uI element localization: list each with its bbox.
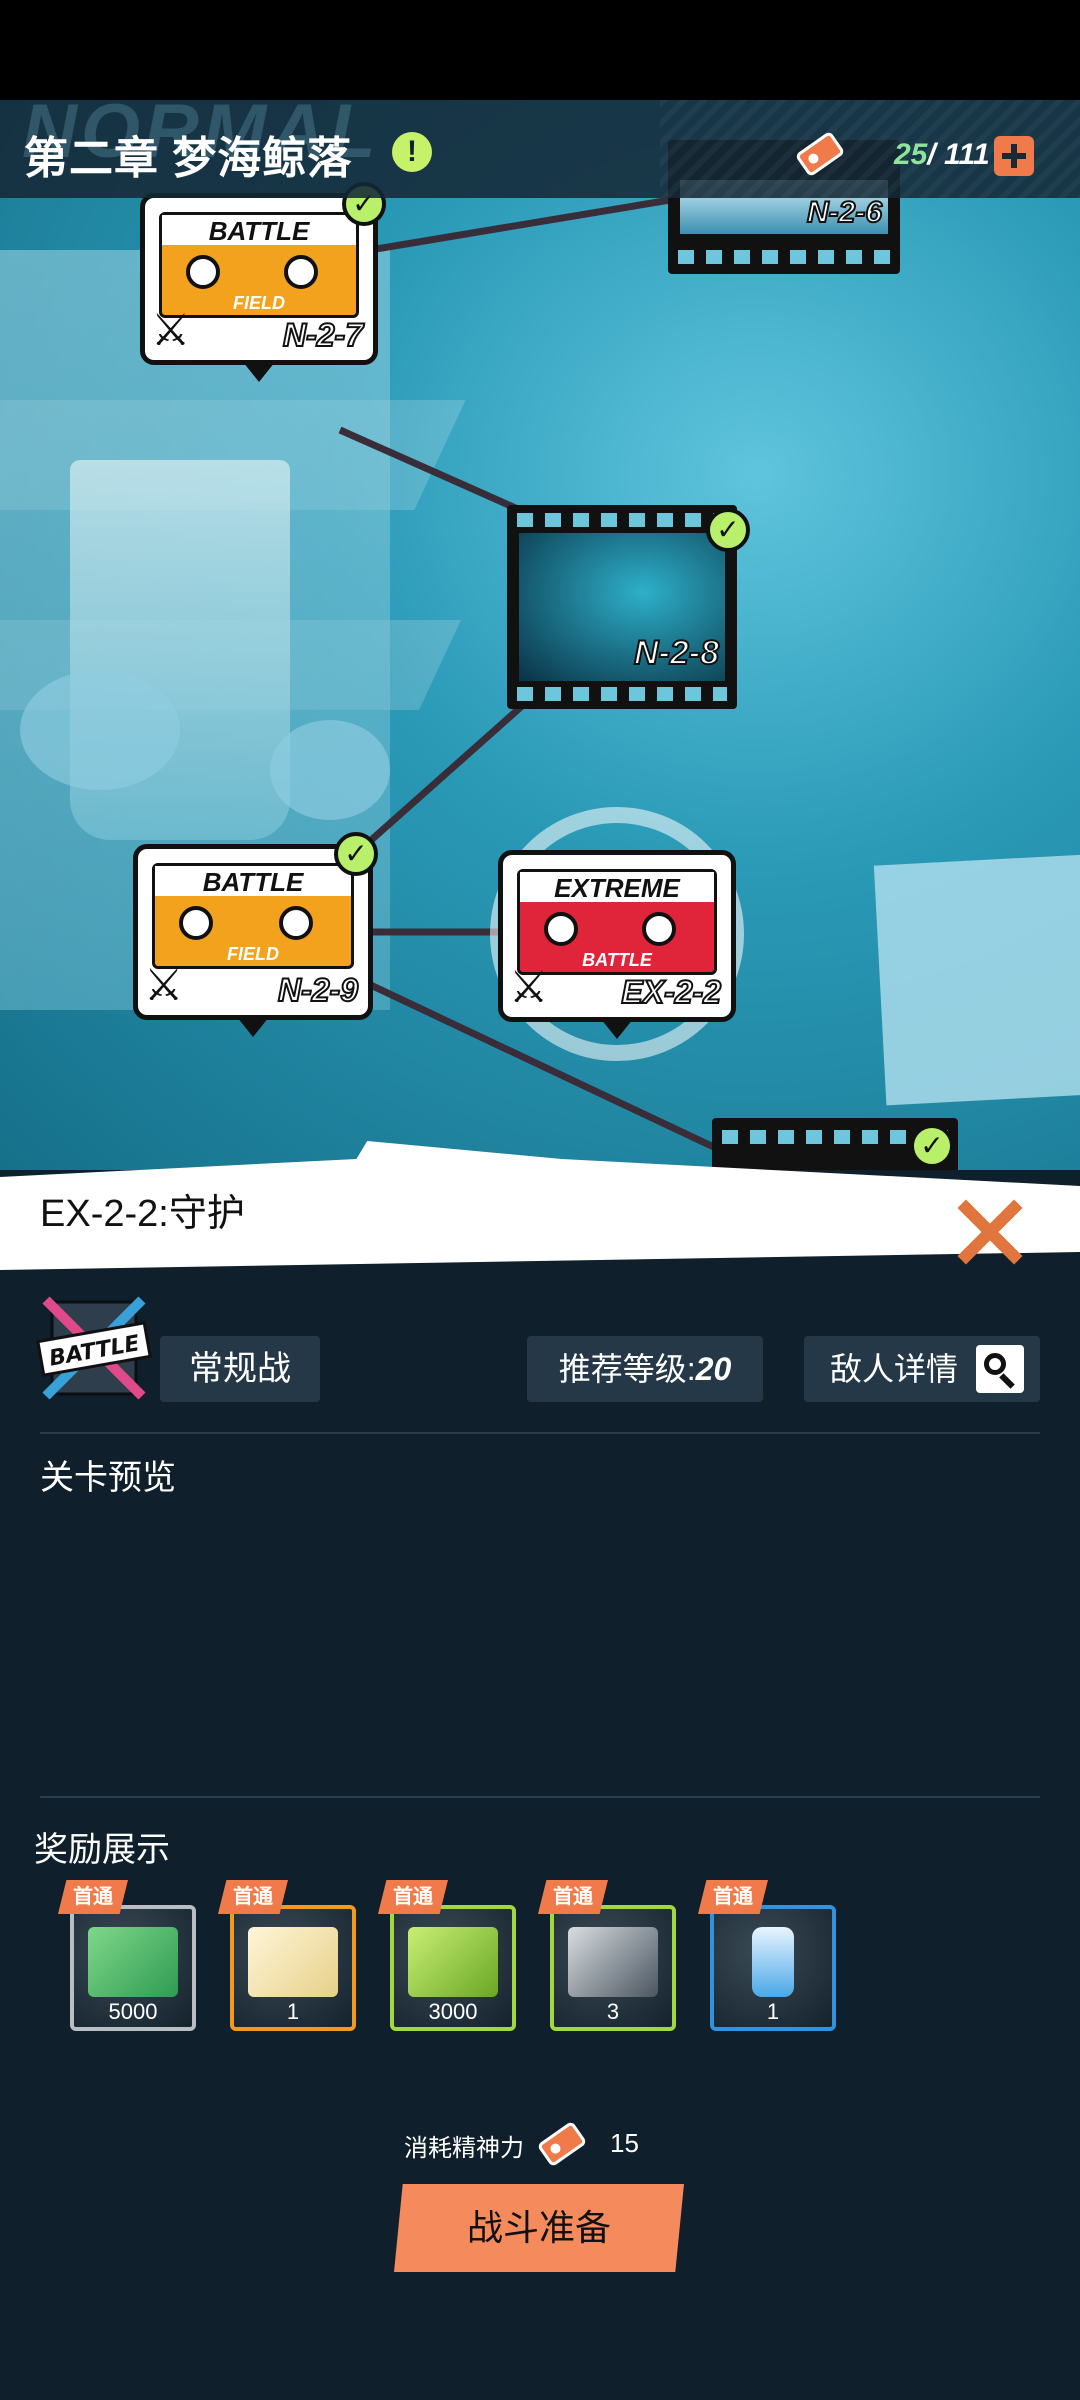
- stamina-max: 111: [944, 138, 990, 171]
- stage-map[interactable]: N-2-6 BATTLE FIELD ⚔ N-2-7 ✓ N-2-8 ✓ BAT…: [0, 100, 1080, 1170]
- reward-item-drink[interactable]: 1: [710, 1905, 836, 2031]
- stage-code: N-2-6: [806, 195, 883, 230]
- route-line: [338, 426, 522, 514]
- stage-preview-label: 关卡预览: [40, 1459, 176, 1497]
- recommend-level: 推荐等级:20: [527, 1336, 763, 1402]
- cleared-check-icon: ✓: [334, 832, 378, 876]
- first-clear-tag: 首通: [538, 1880, 608, 1914]
- first-clear-tag: 首通: [58, 1880, 128, 1914]
- stage-title: EX-2-2:守护: [40, 1193, 245, 1235]
- first-clear-tag: 首通: [378, 1880, 448, 1914]
- rewards-label: 奖励展示: [34, 1831, 170, 1869]
- reward-item-exp[interactable]: 3000: [390, 1905, 516, 2031]
- status-bar: [0, 0, 1080, 100]
- drink-can-icon: [752, 1927, 794, 1997]
- enemy-details-label: 敌人详情: [830, 1351, 959, 1387]
- battle-type: 常规战: [160, 1336, 320, 1402]
- cleared-check-icon: ✓: [706, 508, 750, 552]
- recommend-level-label: 推荐等级:: [558, 1351, 696, 1387]
- tape-label: EXTREME: [520, 872, 714, 903]
- stamina-ticket-icon: [538, 2122, 586, 2166]
- divider: [40, 1796, 1040, 1798]
- stamina-cost-value: 15: [610, 2128, 639, 2158]
- tape-sublabel: BATTLE: [582, 950, 652, 970]
- stamina-counter: 25/ 111: [894, 138, 990, 172]
- exp-card-icon: [408, 1927, 498, 1997]
- stamina-ticket-icon: [796, 132, 844, 176]
- battle-prep-button[interactable]: 战斗准备: [394, 2184, 684, 2272]
- reward-quantity: 1: [766, 1999, 780, 2024]
- close-button[interactable]: [948, 1192, 1028, 1272]
- stage-code: N-2-8: [633, 633, 720, 673]
- tape-label: BATTLE: [155, 866, 351, 897]
- reward-quantity: 1: [286, 1999, 300, 2024]
- stage-node-n-2-7[interactable]: BATTLE FIELD ⚔ N-2-7: [140, 193, 378, 382]
- first-clear-tag: 首通: [218, 1880, 288, 1914]
- route-line: [369, 196, 671, 254]
- tape-label: BATTLE: [162, 215, 356, 246]
- stage-code: N-2-7: [282, 316, 364, 354]
- stamina-cost-label: 消耗精神力: [404, 2135, 524, 2162]
- stamina-separator: /: [927, 138, 945, 171]
- reward-item-currency[interactable]: 5000: [70, 1905, 196, 2031]
- first-clear-tag: 首通: [698, 1880, 768, 1914]
- recommend-level-value: 20: [695, 1351, 732, 1387]
- stage-node-ex-2-2[interactable]: EXTREME BATTLE ⚔ EX-2-2: [498, 850, 736, 1039]
- battle-badge-icon: BATTLE: [36, 1296, 152, 1400]
- info-icon[interactable]: !: [392, 132, 432, 172]
- stage-code: N-2-9: [277, 971, 359, 1009]
- cleared-check-icon: ✓: [910, 1124, 954, 1168]
- add-stamina-button[interactable]: [994, 136, 1034, 176]
- tape-sublabel: FIELD: [233, 293, 285, 313]
- currency-ticket-icon: [88, 1927, 178, 1997]
- reward-quantity: 3: [606, 1999, 620, 2024]
- ticket-card-icon: [248, 1927, 338, 1997]
- reward-item-ticket[interactable]: 1: [230, 1905, 356, 2031]
- stamina-current: 25: [894, 138, 928, 171]
- route-line: [357, 687, 543, 853]
- stage-code: EX-2-2: [620, 973, 722, 1011]
- memory-film-icon: [568, 1927, 658, 1997]
- search-icon: [976, 1345, 1024, 1393]
- enemy-details-button[interactable]: 敌人详情: [804, 1336, 1040, 1402]
- crossed-swords-icon: ⚔: [144, 961, 184, 1010]
- reward-item-memory[interactable]: 3: [550, 1905, 676, 2031]
- divider: [40, 1432, 1040, 1434]
- crossed-swords-icon: ⚔: [509, 963, 549, 1012]
- tape-sublabel: FIELD: [227, 944, 279, 964]
- stage-node-n-2-9[interactable]: BATTLE FIELD ⚔ N-2-9: [133, 844, 373, 1037]
- reward-quantity: 3000: [428, 1999, 478, 2024]
- reward-quantity: 5000: [108, 1999, 158, 2024]
- crossed-swords-icon: ⚔: [151, 306, 191, 355]
- stage-node-n-2-8[interactable]: N-2-8: [507, 505, 737, 709]
- chapter-title: 第二章 梦海鲸落: [24, 134, 353, 183]
